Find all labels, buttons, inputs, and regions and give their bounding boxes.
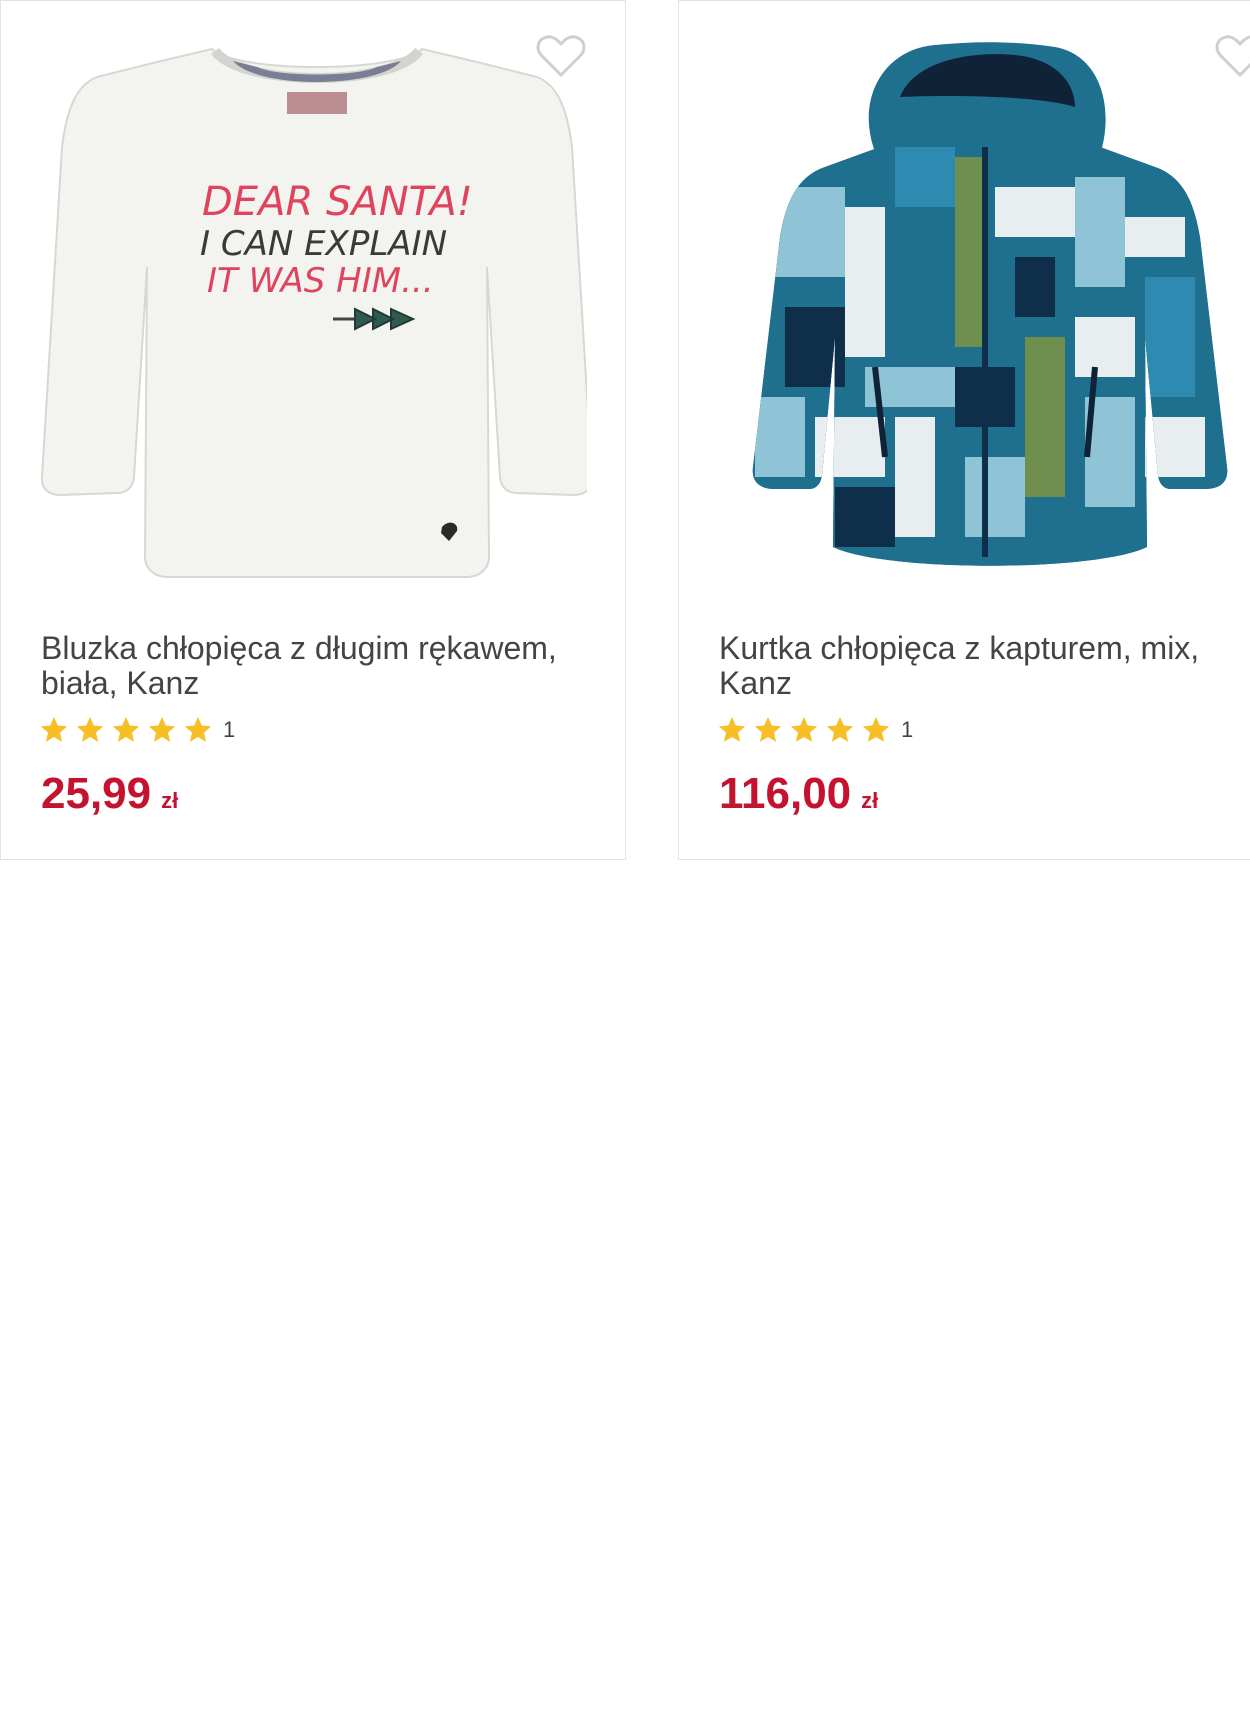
star-icon (184, 716, 212, 742)
product-image[interactable] (715, 37, 1250, 597)
price: 25,99 zł (41, 769, 178, 819)
star-icon (148, 716, 176, 742)
product-title[interactable]: Bluzka chłopięca z długim rękawem, biała… (41, 631, 581, 701)
star-icon (112, 716, 140, 742)
shirt-print-line-2: I CAN EXPLAIN (200, 224, 447, 264)
product-image[interactable]: DEAR SANTA! I CAN EXPLAIN IT WAS HIM... (37, 37, 587, 597)
rating: 1 (717, 713, 913, 747)
rating-count: 1 (223, 717, 236, 742)
price-currency: zł (161, 788, 179, 813)
star-icon (754, 716, 782, 742)
product-card[interactable]: Kurtka chłopięca z kapturem, mix, Kanz 1… (678, 0, 1250, 860)
shirt-print-line-1: DEAR SANTA! (202, 179, 473, 225)
product-grid: DEAR SANTA! I CAN EXPLAIN IT WAS HIM... … (0, 0, 1250, 870)
star-icon (790, 716, 818, 742)
star-icon (40, 716, 68, 742)
star-icon (718, 716, 746, 742)
star-icon (862, 716, 890, 742)
price-currency: zł (861, 788, 879, 813)
rating-count: 1 (901, 717, 914, 742)
price-amount: 116,00 (719, 769, 852, 818)
product-title[interactable]: Kurtka chłopięca z kapturem, mix, Kanz (719, 631, 1250, 701)
price: 116,00 zł (719, 769, 878, 819)
product-card[interactable]: DEAR SANTA! I CAN EXPLAIN IT WAS HIM... … (0, 0, 626, 860)
price-amount: 25,99 (41, 769, 152, 818)
star-icon (76, 716, 104, 742)
rating: 1 (39, 713, 235, 747)
star-icon (826, 716, 854, 742)
shirt-print-line-3: IT WAS HIM... (207, 261, 434, 301)
